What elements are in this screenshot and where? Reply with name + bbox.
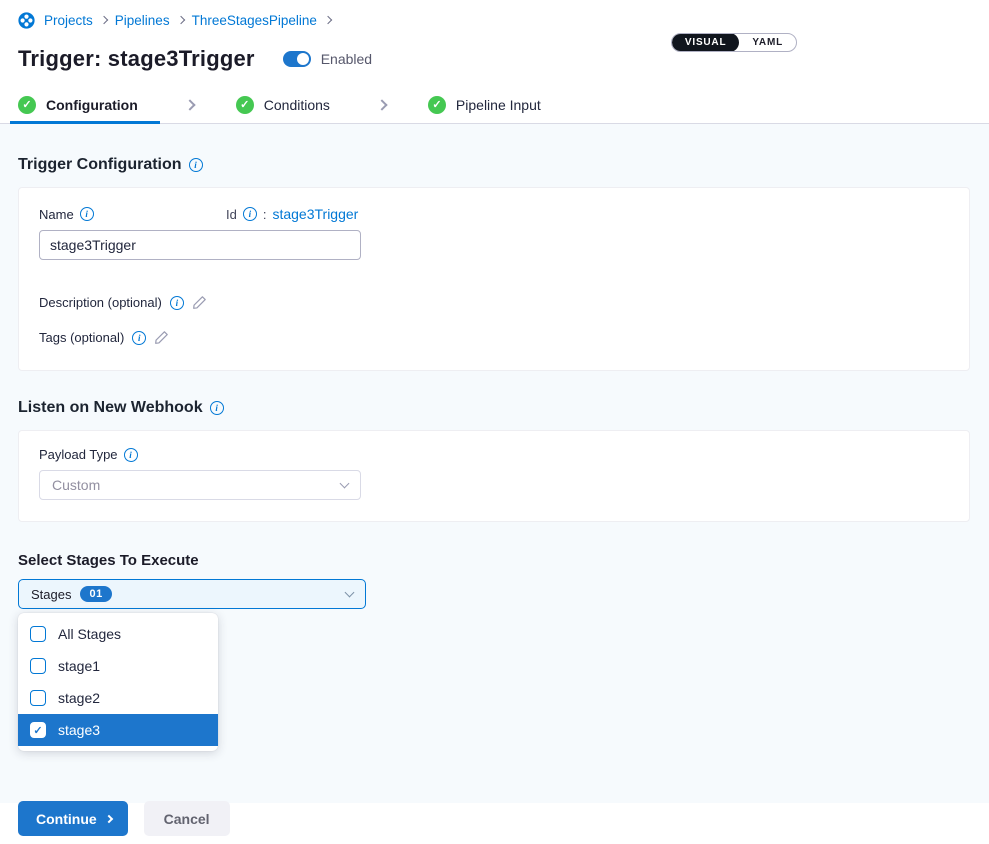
chevron-right-icon — [376, 99, 387, 110]
info-icon[interactable]: i — [124, 448, 138, 462]
stages-select-label: Stages — [31, 587, 71, 602]
chevron-right-icon — [324, 16, 332, 24]
check-circle-icon: ✓ — [236, 96, 254, 114]
chevron-right-icon — [184, 99, 195, 110]
trigger-id-value[interactable]: stage3Trigger — [272, 206, 358, 222]
label-text: Name — [39, 207, 74, 222]
info-icon[interactable]: i — [189, 158, 203, 172]
chevron-right-icon — [100, 16, 108, 24]
info-icon[interactable]: i — [210, 401, 224, 415]
checkbox-unchecked[interactable] — [30, 658, 46, 674]
tab-label: Configuration — [46, 97, 138, 113]
enabled-toggle[interactable] — [283, 51, 311, 67]
webhook-heading: Listen on New Webhook i — [18, 399, 970, 417]
description-label: Description (optional) — [39, 295, 162, 310]
tab-pipeline-input[interactable]: ✓ Pipeline Input — [428, 86, 541, 123]
checkbox-unchecked[interactable] — [30, 690, 46, 706]
check-circle-icon: ✓ — [428, 96, 446, 114]
heading-text: Listen on New Webhook — [18, 399, 203, 417]
tab-conditions[interactable]: ✓ Conditions — [236, 86, 330, 123]
payload-type-label: Payload Type i — [39, 447, 949, 462]
payload-type-value: Custom — [52, 477, 100, 493]
cancel-label: Cancel — [164, 811, 210, 827]
enabled-label: Enabled — [321, 51, 372, 67]
heading-text: Trigger Configuration — [18, 156, 182, 174]
id-separator: : — [263, 207, 267, 222]
stages-multiselect[interactable]: Stages 01 — [18, 579, 366, 609]
stages-option-stage3[interactable]: ✓ stage3 — [18, 714, 218, 746]
option-label: stage1 — [58, 658, 100, 674]
projects-logo-icon — [18, 12, 35, 29]
webhook-card: Payload Type i Custom — [18, 430, 970, 522]
tab-label: Conditions — [264, 97, 330, 113]
edit-pencil-icon[interactable] — [192, 295, 207, 310]
stages-count-badge: 01 — [80, 586, 111, 602]
tab-label: Pipeline Input — [456, 97, 541, 113]
name-input[interactable] — [39, 230, 361, 260]
info-icon[interactable]: i — [170, 296, 184, 310]
footer-actions: Continue Cancel — [18, 801, 230, 836]
tab-configuration[interactable]: ✓ Configuration — [18, 86, 138, 123]
select-stages-heading: Select Stages To Execute — [18, 552, 970, 569]
trigger-id-line: Id i : stage3Trigger — [226, 206, 358, 222]
checkbox-unchecked[interactable] — [30, 626, 46, 642]
wizard-tabbar: ✓ Configuration ✓ Conditions ✓ Pipeline … — [0, 86, 989, 124]
info-icon[interactable]: i — [243, 207, 257, 221]
breadcrumb-projects[interactable]: Projects — [44, 13, 93, 28]
visual-yaml-toggle: VISUAL YAML — [671, 33, 797, 52]
id-label: Id — [226, 207, 237, 222]
breadcrumb: Projects Pipelines ThreeStagesPipeline — [18, 10, 971, 30]
name-field-label: Name i — [39, 207, 226, 222]
continue-label: Continue — [36, 811, 97, 827]
trigger-configuration-heading: Trigger Configuration i — [18, 124, 970, 174]
chevron-right-icon — [176, 16, 184, 24]
info-icon[interactable]: i — [132, 331, 146, 345]
chevron-down-icon — [345, 588, 355, 598]
label-text: Payload Type — [39, 447, 118, 462]
breadcrumb-pipeline-name[interactable]: ThreeStagesPipeline — [192, 13, 317, 28]
payload-type-select[interactable]: Custom — [39, 470, 361, 500]
option-label: stage2 — [58, 690, 100, 706]
trigger-configuration-card: Name i Id i : stage3Trigger Description … — [18, 187, 970, 371]
visual-tab[interactable]: VISUAL — [672, 33, 739, 52]
page-title: Trigger: stage3Trigger — [18, 46, 255, 72]
option-label: All Stages — [58, 626, 121, 642]
main-content: Trigger Configuration i Name i Id i : st… — [0, 124, 989, 803]
description-field: Description (optional) i — [39, 295, 949, 310]
toggle-knob — [297, 53, 309, 65]
option-label: stage3 — [58, 722, 100, 738]
chevron-right-icon — [104, 814, 112, 822]
chevron-down-icon — [340, 479, 350, 489]
stages-option-all-stages[interactable]: All Stages — [18, 618, 218, 650]
continue-button[interactable]: Continue — [18, 801, 128, 836]
edit-pencil-icon[interactable] — [154, 330, 169, 345]
check-circle-icon: ✓ — [18, 96, 36, 114]
stages-option-stage2[interactable]: stage2 — [18, 682, 218, 714]
tags-field: Tags (optional) i — [39, 330, 949, 345]
page-header: Projects Pipelines ThreeStagesPipeline T… — [0, 0, 989, 74]
yaml-tab[interactable]: YAML — [739, 33, 796, 52]
tags-label: Tags (optional) — [39, 330, 124, 345]
breadcrumb-pipelines[interactable]: Pipelines — [115, 13, 170, 28]
cancel-button[interactable]: Cancel — [144, 801, 230, 836]
checkbox-checked[interactable]: ✓ — [30, 722, 46, 738]
stages-option-stage1[interactable]: stage1 — [18, 650, 218, 682]
stages-dropdown-menu: All Stages stage1 stage2 ✓ stage3 — [18, 613, 218, 751]
info-icon[interactable]: i — [80, 207, 94, 221]
